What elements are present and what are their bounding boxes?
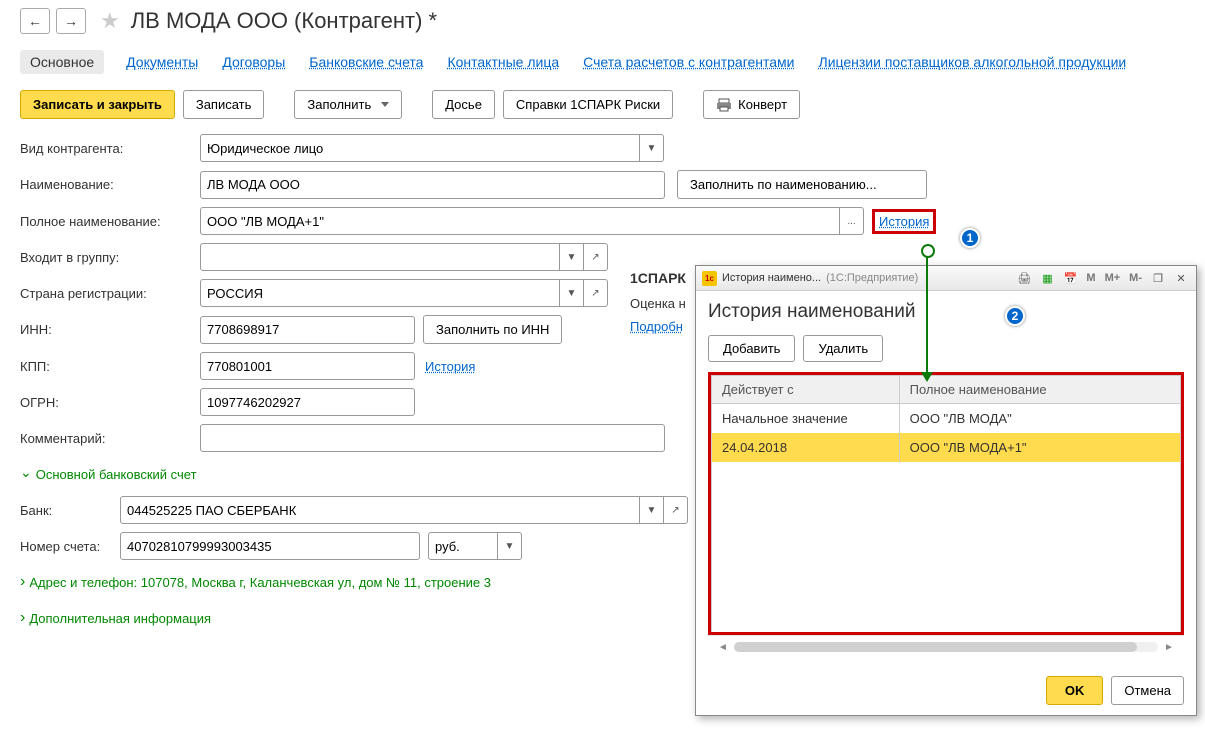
address-section-toggle[interactable]: Адрес и телефон: 107078, Москва г, Калан…: [20, 570, 491, 594]
fill-by-name-button[interactable]: Заполнить по наименованию...: [677, 170, 927, 199]
col-date-header[interactable]: Действует с: [712, 376, 900, 404]
tab-documents[interactable]: Документы: [124, 50, 200, 74]
fullname-input[interactable]: [200, 207, 840, 235]
country-label: Страна регистрации:: [20, 286, 200, 301]
bank-dropdown-button[interactable]: ▼: [640, 496, 664, 524]
callout-2: 2: [1005, 306, 1025, 326]
group-input[interactable]: [200, 243, 560, 271]
restore-icon[interactable]: ❐: [1149, 269, 1167, 287]
bank-label: Банк:: [20, 503, 120, 518]
bank-input[interactable]: [120, 496, 640, 524]
cancel-button[interactable]: Отмена: [1111, 676, 1184, 705]
save-button[interactable]: Записать: [183, 90, 265, 119]
type-label: Вид контрагента:: [20, 141, 200, 156]
page-title: ЛВ МОДА ООО (Контрагент) *: [131, 8, 437, 34]
m-button[interactable]: M: [1084, 272, 1097, 284]
table-row[interactable]: Начальное значениеООО "ЛВ МОДА": [712, 404, 1181, 434]
popup-heading: История наименований: [708, 301, 1184, 323]
ogrn-label: ОГРН:: [20, 395, 200, 410]
save-and-close-button[interactable]: Записать и закрыть: [20, 90, 175, 119]
fullname-label: Полное наименование:: [20, 214, 200, 229]
spark-rating-label: Оценка н: [630, 296, 686, 311]
bank-open-button[interactable]: ↗: [664, 496, 688, 524]
table-row[interactable]: 24.04.2018ООО "ЛВ МОДА+1": [712, 433, 1181, 462]
calendar-icon[interactable]: 📅: [1061, 269, 1079, 287]
kpp-label: КПП:: [20, 359, 200, 374]
kpp-history-link[interactable]: История: [425, 359, 475, 374]
history-table: Действует с Полное наименование Начально…: [708, 372, 1184, 635]
popup-titlebar-title: История наимено...: [722, 272, 821, 284]
name-input[interactable]: [200, 171, 665, 199]
tab-contacts[interactable]: Контактные лица: [445, 50, 561, 74]
callout-1: 1: [960, 228, 980, 248]
comment-label: Комментарий:: [20, 431, 200, 446]
tab-contracts[interactable]: Договоры: [220, 50, 287, 74]
type-dropdown-button[interactable]: ▼: [640, 134, 664, 162]
group-open-button[interactable]: ↗: [584, 243, 608, 271]
spark-button[interactable]: Справки 1СПАРК Риски: [503, 90, 673, 119]
m-minus-button[interactable]: M-: [1127, 272, 1144, 284]
horizontal-scrollbar[interactable]: ◄ ►: [708, 635, 1184, 658]
close-icon[interactable]: ✕: [1172, 269, 1190, 287]
popup-titlebar-subtitle: (1С:Предприятие): [826, 272, 918, 284]
annotation-arrow: [926, 250, 928, 380]
country-open-button[interactable]: ↗: [584, 279, 608, 307]
delete-button[interactable]: Удалить: [803, 335, 883, 362]
country-dropdown-button[interactable]: ▼: [560, 279, 584, 307]
tab-licenses[interactable]: Лицензии поставщиков алкогольной продукц…: [817, 50, 1129, 74]
country-input[interactable]: [200, 279, 560, 307]
tab-settlements[interactable]: Счета расчетов с контрагентами: [581, 50, 796, 74]
comment-input[interactable]: [200, 424, 665, 452]
inn-label: ИНН:: [20, 322, 200, 337]
favorite-star-icon[interactable]: ★: [100, 8, 120, 34]
col-name-header[interactable]: Полное наименование: [899, 376, 1180, 404]
inn-input[interactable]: [200, 316, 415, 344]
convert-label: Конверт: [738, 97, 787, 112]
kpp-input[interactable]: [200, 352, 415, 380]
spark-title: 1СПАРК: [630, 270, 686, 286]
ok-button[interactable]: OK: [1046, 676, 1104, 705]
extra-section-toggle[interactable]: Дополнительная информация: [20, 606, 211, 630]
add-button[interactable]: Добавить: [708, 335, 795, 362]
fullname-more-button[interactable]: ...: [840, 207, 864, 235]
tab-bank-accounts[interactable]: Банковские счета: [307, 50, 425, 74]
ogrn-input[interactable]: [200, 388, 415, 416]
tab-main[interactable]: Основное: [20, 50, 104, 74]
m-plus-button[interactable]: M+: [1103, 272, 1123, 284]
group-dropdown-button[interactable]: ▼: [560, 243, 584, 271]
spark-more-link[interactable]: Подробн: [630, 319, 683, 334]
fill-button[interactable]: Заполнить: [294, 90, 402, 119]
currency-input[interactable]: [428, 532, 498, 560]
history-link[interactable]: История: [872, 209, 936, 234]
nav-back-button[interactable]: ←: [20, 8, 50, 34]
currency-dropdown-button[interactable]: ▼: [498, 532, 522, 560]
convert-button[interactable]: Конверт: [703, 90, 800, 119]
history-popup: 1c История наимено... (1С:Предприятие) 🖨…: [695, 265, 1197, 716]
type-input[interactable]: [200, 134, 640, 162]
group-label: Входит в группу:: [20, 250, 200, 265]
nav-forward-button[interactable]: →: [56, 8, 86, 34]
dossier-button[interactable]: Досье: [432, 90, 495, 119]
account-label: Номер счета:: [20, 539, 120, 554]
app-1c-icon: 1c: [702, 271, 717, 286]
print-icon[interactable]: 🖨: [1015, 269, 1033, 287]
account-input[interactable]: [120, 532, 420, 560]
print-icon: [716, 98, 732, 112]
bank-section-toggle[interactable]: Основной банковский счет: [20, 463, 197, 486]
name-label: Наименование:: [20, 177, 200, 192]
grid-icon[interactable]: ▦: [1038, 269, 1056, 287]
fill-by-inn-button[interactable]: Заполнить по ИНН: [423, 315, 562, 344]
